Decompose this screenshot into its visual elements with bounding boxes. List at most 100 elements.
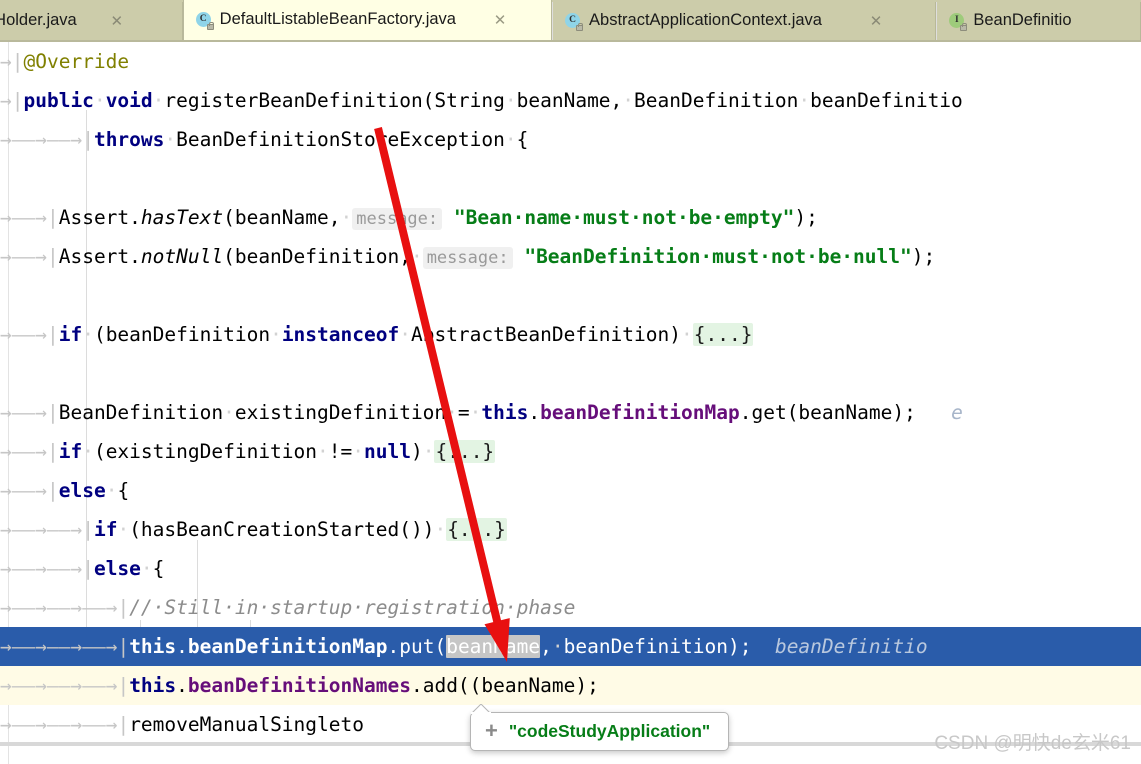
editor-tab-3[interactable]: I BeanDefinitio	[936, 2, 1141, 40]
close-icon[interactable]: ✕	[110, 12, 124, 30]
code-token: {	[117, 479, 130, 502]
code-token: message:	[422, 247, 513, 269]
code-line[interactable]: →——→——→|throws·BeanDefinitionStoreExcept…	[0, 120, 1141, 159]
code-token: ·	[317, 440, 329, 463]
code-token: ·	[622, 89, 635, 112]
tab-indicator: →|	[35, 323, 59, 346]
code-token: ·	[446, 401, 458, 424]
code-line[interactable]: →——→——→——→|this.beanDefinitionNames.add(…	[0, 666, 1141, 705]
tab-indicator: →——	[70, 674, 106, 697]
tab-indicator: →——	[0, 245, 36, 268]
class-icon: C	[195, 11, 214, 30]
code-token: ·	[681, 323, 693, 346]
tab-indicator: →——	[70, 635, 106, 658]
tab-indicator: →|	[70, 557, 94, 580]
tab-indicator: →——	[35, 596, 71, 619]
tab-indicator: →——	[0, 206, 36, 229]
code-token: ·	[82, 323, 94, 346]
code-line[interactable]: →——→|Assert.hasText(beanName,· message: "…	[0, 198, 1141, 237]
code-token: notNull	[140, 245, 224, 268]
code-token: BeanDefinitionStoreException	[176, 128, 505, 151]
code-token: else	[93, 557, 141, 580]
code-line[interactable]: →|public·void·registerBeanDefinition(Str…	[0, 81, 1141, 120]
code-lines[interactable]: →|@Override →|public·void·registerBeanDef…	[0, 42, 1141, 744]
code-line[interactable]: →——→|Assert.notNull(beanDefinition,· mess…	[0, 237, 1141, 276]
code-editor[interactable]: →|@Override →|public·void·registerBeanDef…	[0, 42, 1141, 764]
code-token: public	[23, 89, 94, 112]
code-token: ·	[270, 323, 282, 346]
code-token: ·	[152, 89, 165, 112]
code-token: {...}	[446, 518, 507, 541]
code-token: throws	[93, 128, 165, 151]
tab-indicator: →|	[35, 245, 59, 268]
code-line[interactable]: →——→——→|else·{	[0, 549, 1141, 588]
code-token: instanceof	[281, 323, 400, 346]
code-token: )	[410, 440, 423, 463]
code-token: beanDefinitionNames	[187, 674, 411, 697]
tab-indicator: →——	[0, 401, 36, 424]
code-token: !=	[328, 440, 353, 463]
editor-tab-bar: nHolder.java ✕ C DefaultListableBeanFactory…	[0, 0, 1141, 40]
code-token: removeManualSingleto	[129, 713, 364, 736]
code-token: );	[911, 245, 936, 268]
close-icon[interactable]: ✕	[493, 11, 507, 29]
close-icon[interactable]: ✕	[869, 12, 883, 30]
editor-tab-0[interactable]: nHolder.java ✕	[0, 2, 183, 40]
code-token: .	[176, 635, 188, 658]
code-line-selected[interactable]: →——→——→——→|this.beanDefinitionMap.put(be…	[0, 627, 1141, 666]
tab-indicator: →——	[0, 596, 36, 619]
code-token: {...}	[434, 440, 496, 463]
class-icon: C	[565, 12, 584, 31]
code-token: ·	[93, 89, 106, 112]
editor-tab-2[interactable]: C AbstractApplicationContext.java ✕	[552, 2, 937, 40]
add-watch-icon[interactable]: +	[485, 720, 498, 742]
code-line[interactable]: →|@Override	[0, 42, 1141, 81]
tab-indicator: →——	[70, 713, 106, 736]
code-line[interactable]	[0, 354, 1141, 393]
tab-indicator: →|	[35, 479, 59, 502]
code-token: this	[129, 635, 177, 658]
code-token: .	[528, 401, 541, 424]
editor-tab-label: AbstractApplicationContext.java	[589, 11, 822, 30]
code-token: ·	[223, 401, 235, 424]
code-token: BeanDefinition	[58, 401, 224, 424]
tab-indicator: →|	[105, 635, 130, 658]
code-token: e	[915, 401, 963, 424]
code-line[interactable]: →——→|if·(beanDefinition·instanceof·Abstr…	[0, 315, 1141, 354]
code-line[interactable]	[0, 159, 1141, 198]
popup-value: "codeStudyApplication"	[508, 720, 711, 741]
code-token: this	[129, 674, 177, 697]
code-line[interactable]: →——→|if·(existingDefinition·!=·null)·{..…	[0, 432, 1141, 471]
code-token: if	[58, 440, 83, 463]
editor-tab-1[interactable]: C DefaultListableBeanFactory.java ✕	[182, 0, 553, 40]
code-line[interactable]: →——→|BeanDefinition·existingDefinition·=…	[0, 393, 1141, 432]
tab-indicator: →——	[0, 128, 36, 151]
code-line[interactable]: →——→——→——→|//·Still·in·startup·registrat…	[0, 588, 1141, 627]
code-token: {...}	[692, 323, 754, 346]
code-token: ·	[504, 89, 517, 112]
tab-indicator: →——	[0, 635, 36, 658]
tab-indicator: →|	[0, 89, 24, 112]
tab-indicator: →|	[105, 674, 130, 697]
code-token: beanName	[446, 635, 541, 658]
editor-tab-label: nHolder.java	[0, 11, 77, 30]
code-token: .put(	[387, 635, 447, 658]
code-line[interactable]: →——→|else·{	[0, 471, 1141, 510]
inline-value-popup[interactable]: + "codeStudyApplication"	[470, 704, 730, 751]
lock-icon	[206, 21, 214, 30]
code-token: AbstractBeanDefinition)	[410, 323, 681, 346]
tab-indicator: →——	[35, 674, 71, 697]
tab-indicator: →|	[0, 50, 24, 73]
lock-icon	[576, 22, 584, 31]
code-token: Assert.	[58, 206, 141, 229]
code-token: ·	[410, 245, 423, 268]
code-token: @Override	[23, 50, 130, 73]
code-token: message:	[352, 208, 443, 230]
code-token: ·	[551, 635, 564, 658]
code-line[interactable]	[0, 276, 1141, 315]
code-line[interactable]: →——→——→|if·(hasBeanCreationStarted())·{.…	[0, 510, 1141, 549]
tab-indicator: →——	[0, 479, 36, 502]
code-token: ·	[434, 518, 447, 541]
